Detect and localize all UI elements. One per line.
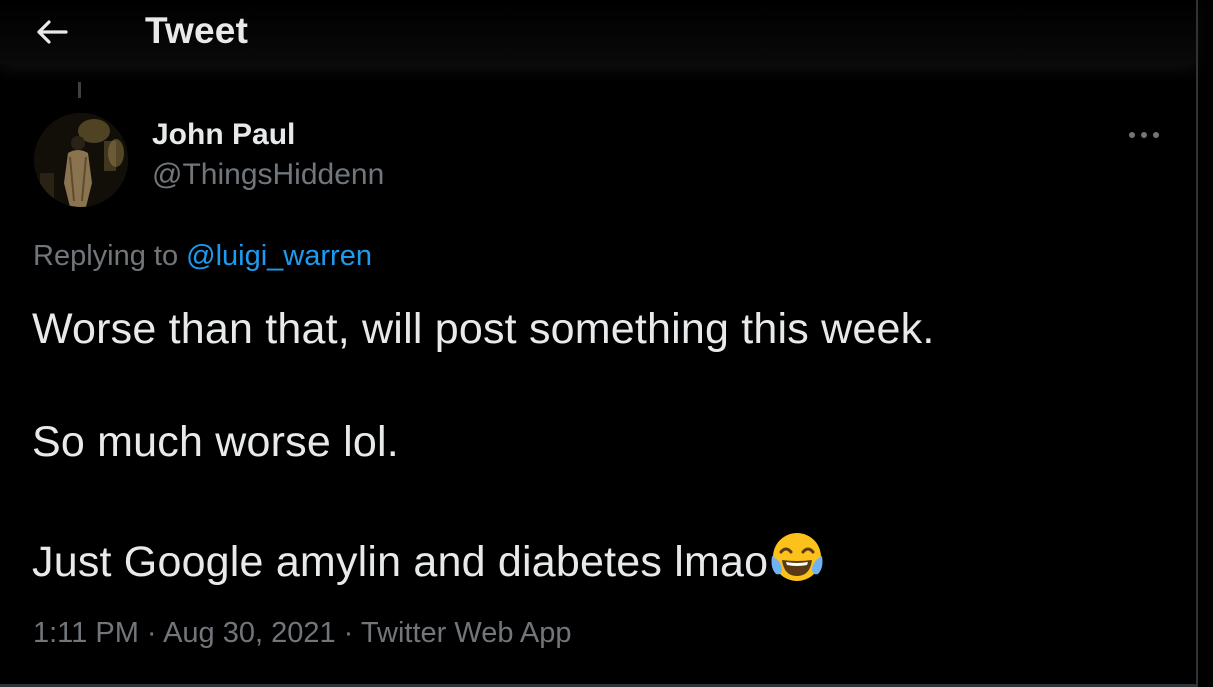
author-display-name[interactable]: John Paul [152, 118, 295, 152]
author-handle[interactable]: @ThingsHiddenn [152, 158, 384, 192]
more-options-button[interactable] [1122, 120, 1166, 150]
page-title: Tweet [145, 10, 249, 51]
tweet-text-segment: Just Google amylin and diabetes lmao [32, 538, 769, 586]
back-button[interactable] [30, 12, 74, 52]
tweet-metadata: 1:11 PM · Aug 30, 2021 · Twitter Web App [33, 617, 572, 650]
replying-to-mention-link[interactable]: @luigi_warren [186, 240, 372, 272]
arrow-left-icon [37, 20, 68, 44]
tweet-text-line: So much worse lol. [32, 418, 399, 466]
top-bar: Tweet [0, 0, 1196, 64]
replying-to-label: Replying to [33, 240, 179, 272]
tweet-text-line: Just Google amylin and diabetes lmao [32, 530, 826, 587]
more-horizontal-icon [1129, 132, 1159, 138]
tweet-text-line: Worse than that, will post something thi… [32, 305, 935, 353]
column-divider [1196, 0, 1198, 687]
avatar[interactable] [34, 113, 128, 207]
tweet-source-link[interactable]: Twitter Web App [361, 617, 572, 649]
face-with-tears-of-joy-icon [771, 533, 823, 581]
tweet-date[interactable]: Aug 30, 2021 [163, 617, 336, 649]
meta-separator: · [146, 617, 157, 649]
avatar-image [34, 113, 128, 207]
meta-separator: · [343, 617, 354, 649]
replying-to-line: Replying to @luigi_warren [33, 240, 372, 273]
thread-connector-line [78, 82, 81, 98]
tweet-time[interactable]: 1:11 PM [33, 617, 139, 649]
